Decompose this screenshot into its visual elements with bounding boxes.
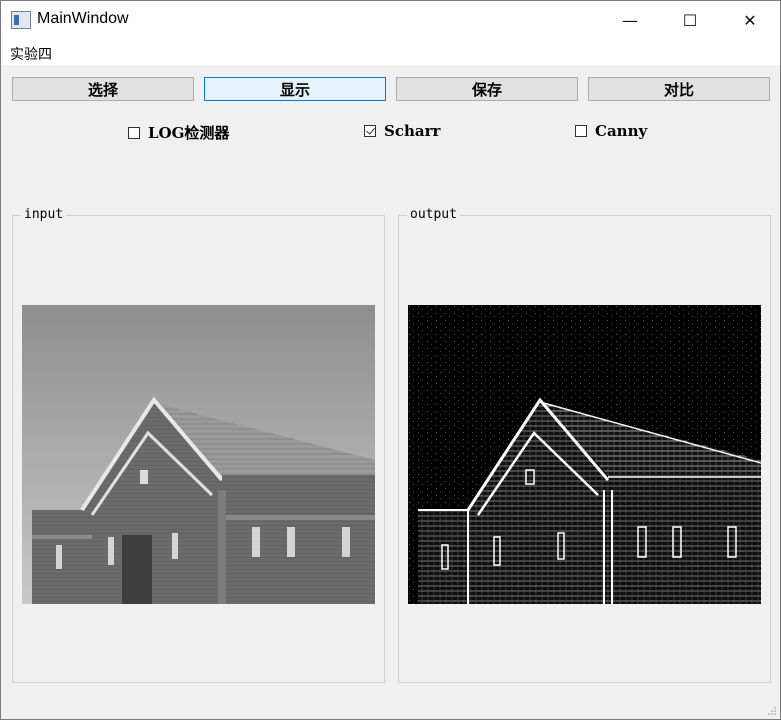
canny-label: Canny xyxy=(595,122,648,140)
title-bar[interactable]: MainWindow — ☐ ✕ xyxy=(1,1,780,39)
minimize-button[interactable]: — xyxy=(607,1,653,39)
input-group-title: input xyxy=(21,207,67,222)
maximize-icon: ☐ xyxy=(682,10,698,30)
log-detector-checkbox-box[interactable] xyxy=(128,126,140,139)
display-button[interactable]: 显示 xyxy=(204,77,386,101)
menu-bar: 实验四 xyxy=(1,39,780,65)
output-group: output xyxy=(398,207,771,683)
canny-checkbox[interactable]: Canny xyxy=(575,122,647,140)
app-icon xyxy=(11,11,31,29)
resize-grip-icon[interactable] xyxy=(767,706,777,716)
select-button[interactable]: 选择 xyxy=(12,77,194,101)
output-group-title: output xyxy=(407,207,460,222)
minimize-icon: — xyxy=(622,10,638,30)
close-button[interactable]: ✕ xyxy=(727,1,773,39)
scharr-checkbox[interactable]: Scharr xyxy=(364,122,440,140)
compare-button[interactable]: 对比 xyxy=(588,77,770,101)
input-image xyxy=(22,305,375,604)
log-detector-checkbox[interactable]: LOG检测器 xyxy=(128,122,229,143)
save-button[interactable]: 保存 xyxy=(396,77,578,101)
main-window: MainWindow — ☐ ✕ 实验四 选择 显示 保存 对比 LOG检测器 … xyxy=(0,0,781,720)
canny-checkbox-box[interactable] xyxy=(575,125,587,137)
menu-item-experiment4[interactable]: 实验四 xyxy=(10,44,52,64)
close-icon: ✕ xyxy=(743,10,757,30)
output-image xyxy=(408,305,761,604)
log-detector-label: LOG检测器 xyxy=(148,124,230,142)
scharr-label: Scharr xyxy=(384,122,441,140)
input-group: input xyxy=(12,207,385,683)
window-title: MainWindow xyxy=(37,10,129,27)
maximize-button[interactable]: ☐ xyxy=(667,1,713,39)
scharr-checkbox-box[interactable] xyxy=(364,125,376,137)
